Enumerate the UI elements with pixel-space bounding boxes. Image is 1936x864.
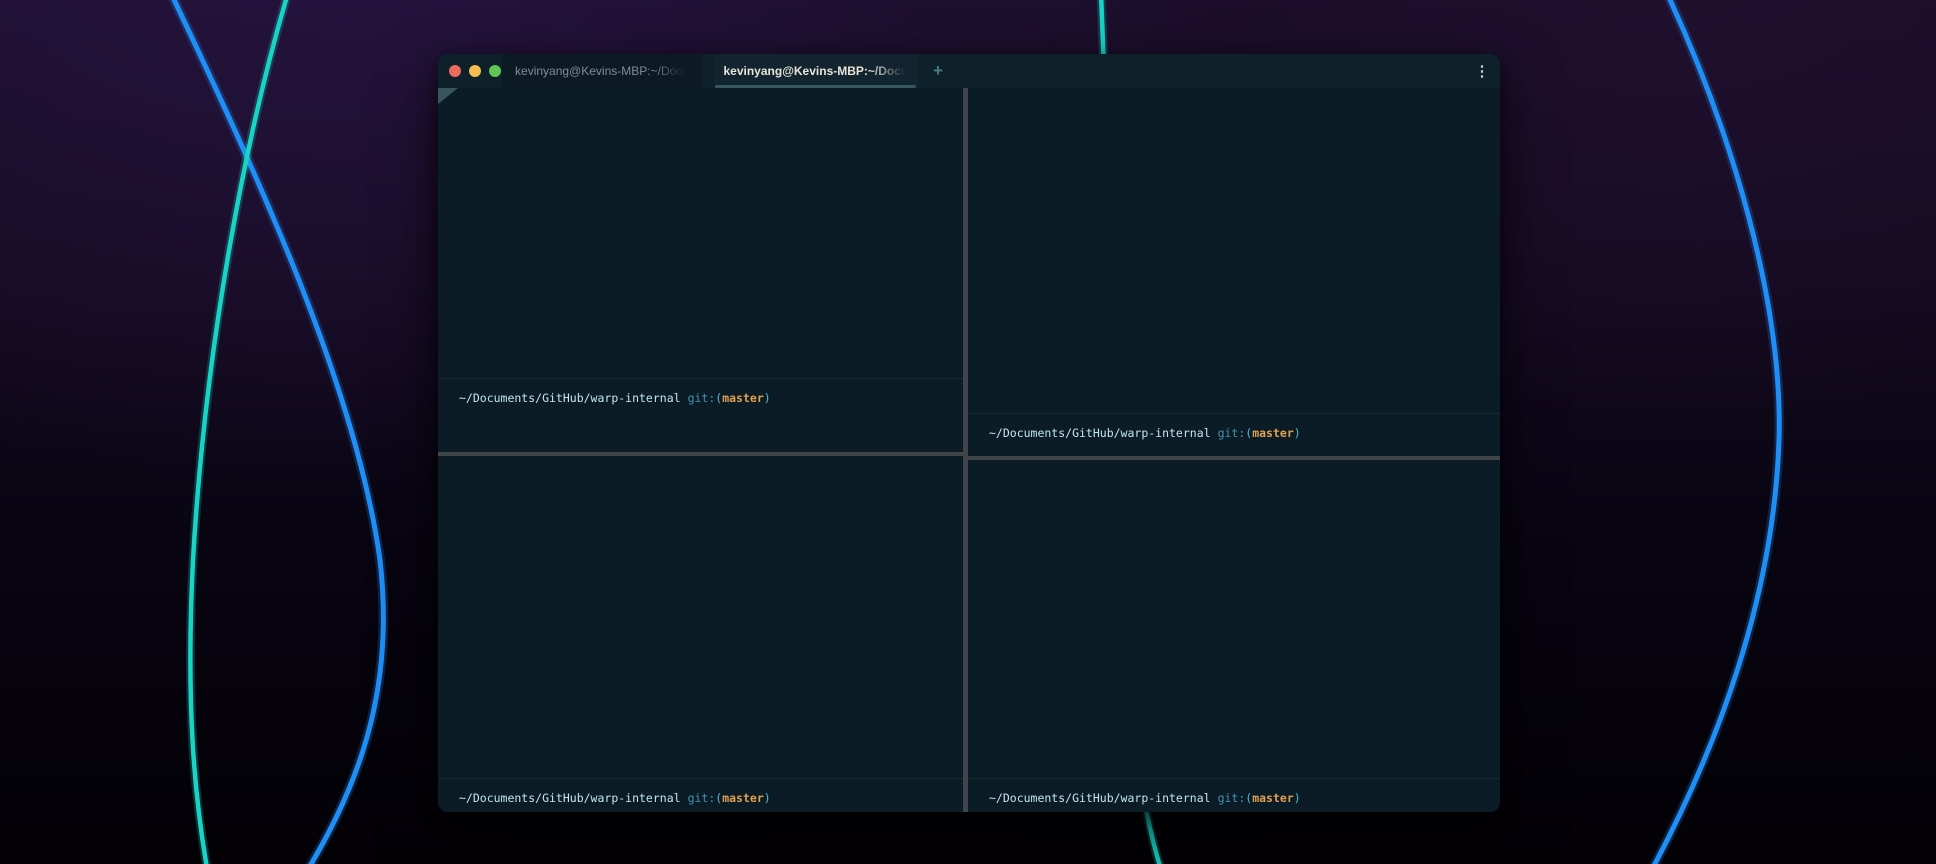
prompt-block: ~/Documents/GitHub/warp-internal git:(mas… <box>968 778 1500 805</box>
prompt-git-label: git: <box>687 791 716 805</box>
block-separator <box>438 378 963 379</box>
kebab-menu-icon: ⋮ <box>1474 63 1490 80</box>
pane-divider-horizontal-left[interactable] <box>438 452 963 456</box>
plus-icon: + <box>933 61 943 80</box>
window-menu-button[interactable]: ⋮ <box>1470 54 1500 88</box>
prompt-path: ~/Documents/GitHub/warp-internal <box>989 791 1211 805</box>
close-button[interactable] <box>449 65 461 77</box>
prompt-git-label: git: <box>1217 791 1246 805</box>
prompt-git-branch: master <box>1252 426 1294 440</box>
terminal-pane-bottom-left[interactable]: ~/Documents/GitHub/warp-internal git:(mas… <box>438 456 963 812</box>
prompt-paren-close: ) <box>1293 791 1301 805</box>
tab-terminal-2[interactable]: kevinyang@Kevins-MBP:~/Docu <box>714 54 917 88</box>
prompt-block: ~/Documents/GitHub/warp-internal git:(mas… <box>438 378 963 405</box>
terminal-pane-top-left[interactable]: ~/Documents/GitHub/warp-internal git:(mas… <box>438 88 963 452</box>
prompt-git-branch: master <box>722 391 764 405</box>
prompt-paren-close: ) <box>763 391 771 405</box>
prompt-path: ~/Documents/GitHub/warp-internal <box>459 791 681 805</box>
desktop: kevinyang@Kevins-MBP:~/Docu kevinyang@Ke… <box>0 0 1936 864</box>
shell-prompt: ~/Documents/GitHub/warp-internal git:(mas… <box>968 791 1500 805</box>
minimize-button[interactable] <box>469 65 481 77</box>
shell-prompt: ~/Documents/GitHub/warp-internal git:(mas… <box>438 391 963 405</box>
prompt-git-branch: master <box>1252 791 1294 805</box>
tab-terminal-2-label: kevinyang@Kevins-MBP:~/Docu <box>723 64 908 78</box>
titlebar: kevinyang@Kevins-MBP:~/Docu kevinyang@Ke… <box>438 54 1500 88</box>
new-tab-button[interactable]: + <box>925 54 951 88</box>
prompt-paren-close: ) <box>763 791 771 805</box>
pane-divider-vertical[interactable] <box>963 88 968 812</box>
block-separator <box>968 413 1500 414</box>
prompt-paren-close: ) <box>1293 426 1301 440</box>
prompt-block: ~/Documents/GitHub/warp-internal git:(mas… <box>968 413 1500 440</box>
prompt-git-label: git: <box>687 391 716 405</box>
terminal-window: kevinyang@Kevins-MBP:~/Docu kevinyang@Ke… <box>438 54 1500 812</box>
prompt-git-label: git: <box>1217 426 1246 440</box>
terminal-pane-bottom-right[interactable]: ~/Documents/GitHub/warp-internal git:(mas… <box>968 460 1500 812</box>
block-separator <box>968 778 1500 779</box>
prompt-path: ~/Documents/GitHub/warp-internal <box>989 426 1211 440</box>
shell-prompt: ~/Documents/GitHub/warp-internal git:(mas… <box>438 791 963 805</box>
shell-prompt: ~/Documents/GitHub/warp-internal git:(mas… <box>968 426 1500 440</box>
prompt-git-branch: master <box>722 791 764 805</box>
traffic-lights <box>438 54 502 88</box>
prompt-path: ~/Documents/GitHub/warp-internal <box>459 391 681 405</box>
maximize-button[interactable] <box>489 65 501 77</box>
block-separator <box>438 778 963 779</box>
terminal-pane-top-right[interactable]: ~/Documents/GitHub/warp-internal git:(mas… <box>968 88 1500 456</box>
tab-terminal-1-label: kevinyang@Kevins-MBP:~/Docu <box>515 64 689 78</box>
tab-terminal-1[interactable]: kevinyang@Kevins-MBP:~/Docu <box>502 54 702 88</box>
prompt-block: ~/Documents/GitHub/warp-internal git:(mas… <box>438 778 963 805</box>
pane-corner-indicator-icon <box>438 88 458 104</box>
pane-divider-horizontal-right[interactable] <box>968 456 1500 460</box>
